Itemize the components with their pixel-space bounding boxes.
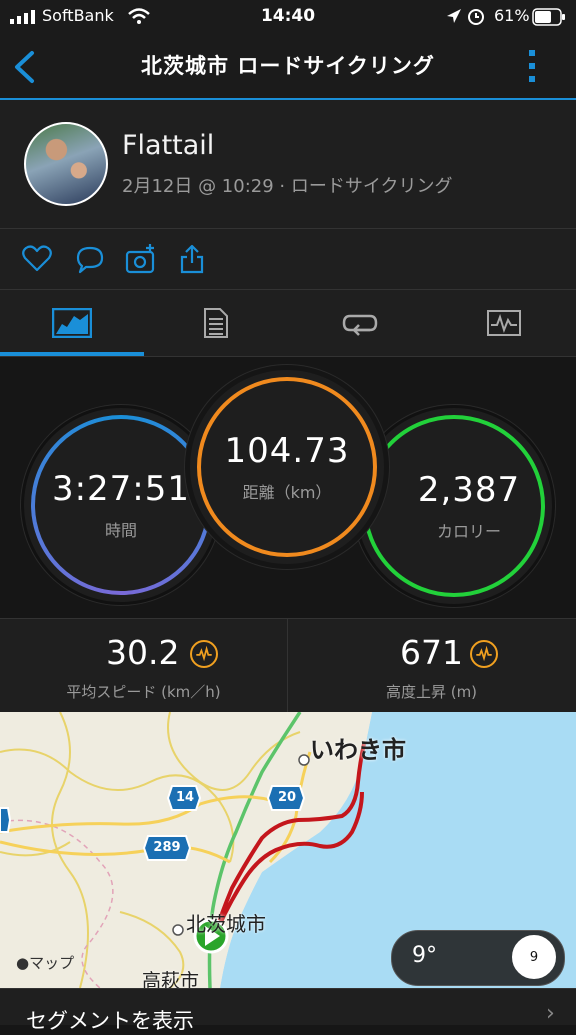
add-photo-icon[interactable] — [125, 243, 157, 275]
map-label-kitaibaraki: 北茨城市 — [186, 912, 266, 936]
tab-overview[interactable] — [0, 290, 144, 356]
like-heart-icon[interactable] — [21, 243, 53, 275]
alarm-icon — [468, 9, 484, 25]
clock: 14:40 — [260, 6, 316, 26]
apple-logo-icon: ● — [16, 954, 30, 972]
elevation-gain-label: 高度上昇 (m) — [385, 683, 478, 701]
segments-row[interactable]: セグメントを表示 › — [0, 988, 576, 1033]
distance-ring: 104.73 距離（km） — [190, 370, 384, 564]
action-bar — [0, 229, 576, 290]
comment-icon[interactable] — [74, 243, 106, 275]
wind-dial: 9 — [512, 935, 556, 979]
trend-badge-icon — [190, 640, 218, 668]
metrics-row: 30.2 平均スピード (km／h) 671 高度上昇 (m) — [0, 618, 576, 713]
laps-icon — [342, 314, 378, 336]
tab-details[interactable] — [144, 290, 288, 356]
battery-percent: 61% — [494, 6, 530, 25]
time-value: 3:27:51 — [51, 469, 191, 509]
activity-meta: 2月12日 @ 10:29 · ロードサイクリング — [122, 176, 453, 197]
avg-speed-label: 平均スピード (km／h) — [66, 683, 221, 701]
distance-value: 104.73 — [224, 431, 350, 471]
tab-charts[interactable] — [432, 290, 576, 356]
elevation-gain-metric[interactable]: 671 高度上昇 (m) — [288, 619, 575, 713]
route-20-label: 20 — [277, 790, 297, 805]
user-name[interactable]: Flattail — [122, 130, 214, 161]
map-label-takahagi: 高萩市 — [142, 970, 200, 988]
chevron-right-icon: › — [546, 1001, 555, 1026]
pulse-chart-icon — [487, 310, 521, 336]
calories-label: カロリー — [436, 522, 501, 541]
share-icon[interactable] — [176, 243, 208, 275]
elevation-gain-value: 671 — [400, 633, 463, 672]
time-label: 時間 — [104, 521, 137, 540]
more-options-icon[interactable] — [524, 48, 540, 84]
document-icon — [204, 308, 228, 338]
active-tab-indicator — [0, 352, 144, 356]
wind-speed: 9 — [529, 949, 539, 965]
battery-icon — [532, 8, 565, 26]
chart-area-icon — [52, 308, 92, 338]
back-arrow-icon[interactable] — [12, 50, 36, 84]
route-289-label: 289 — [153, 840, 181, 855]
weather-widget[interactable]: 9° 9 — [391, 930, 565, 986]
location-icon — [447, 9, 461, 23]
navigation-bar: 北茨城市 ロードサイクリング — [0, 34, 576, 100]
avatar[interactable] — [24, 122, 108, 206]
status-bar: SoftBank 14:40 61% — [0, 0, 576, 34]
calories-ring: 2,387 カロリー — [356, 408, 552, 604]
map-label-iwaki: いわき市 — [310, 736, 406, 764]
calories-value: 2,387 — [417, 470, 521, 510]
weather-temperature: 9° — [412, 943, 437, 968]
tab-laps[interactable] — [288, 290, 432, 356]
activity-header: Flattail 2月12日 @ 10:29 · ロードサイクリング — [0, 100, 576, 229]
route-14-label: 14 — [175, 790, 195, 805]
trend-badge-icon — [470, 640, 498, 668]
map-attribution: ●マップ — [16, 954, 75, 972]
page-title: 北茨城市 ロードサイクリング — [141, 54, 435, 78]
distance-label: 距離（km） — [242, 483, 332, 502]
time-ring: 3:27:51 時間 — [24, 408, 218, 602]
avg-speed-value: 30.2 — [106, 633, 180, 672]
avg-speed-metric[interactable]: 30.2 平均スピード (km／h) — [0, 619, 288, 713]
tab-bar — [0, 290, 576, 357]
segments-label: セグメントを表示 — [26, 1009, 194, 1033]
